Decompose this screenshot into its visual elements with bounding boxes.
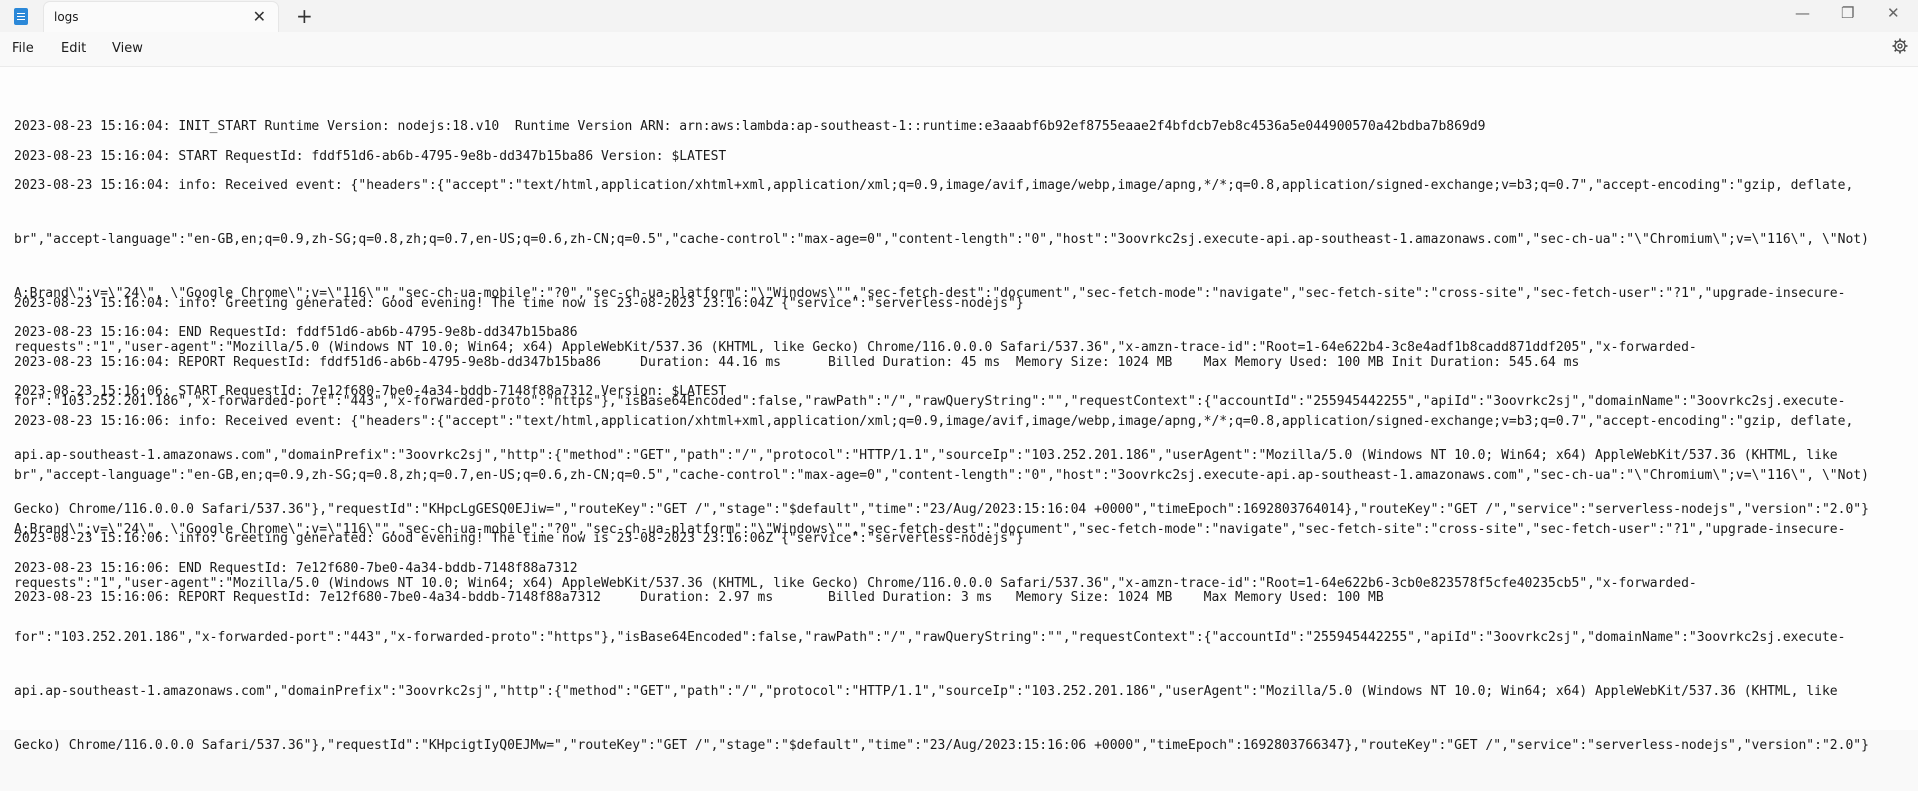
log-line: 2023-08-23 15:16:06: info: Received even… <box>14 414 1854 429</box>
notepad-icon <box>14 8 28 25</box>
maximize-icon[interactable]: ❐ <box>1841 4 1854 22</box>
menu-edit[interactable]: Edit <box>61 41 86 56</box>
log-line: 2023-08-23 15:16:04: info: Received even… <box>14 178 1854 193</box>
log-line: api.ap-southeast-1.amazonaws.com","domai… <box>14 684 1838 699</box>
log-line: Gecko) Chrome/116.0.0.0 Safari/537.36"},… <box>14 738 1869 753</box>
log-line: br","accept-language":"en-GB,en;q=0.9,zh… <box>14 468 1869 483</box>
close-tab-icon[interactable]: ✕ <box>253 7 266 26</box>
tab-title: logs <box>54 10 79 24</box>
log-report-2: 2023-08-23 15:16:06: REPORT RequestId: 7… <box>14 553 1909 643</box>
new-tab-icon[interactable]: + <box>296 4 313 28</box>
gear-icon[interactable] <box>1892 38 1908 54</box>
text-editor[interactable]: 2023-08-23 15:16:04: INIT_START Runtime … <box>0 66 1918 753</box>
menu-file[interactable]: File <box>12 41 34 56</box>
menu-view[interactable]: View <box>112 41 143 56</box>
title-bar: logs ✕ + — ❐ ✕ <box>0 0 1918 32</box>
menu-bar: File Edit View <box>0 32 1918 64</box>
tab-logs[interactable]: logs ✕ <box>44 2 278 32</box>
log-line: br","accept-language":"en-GB,en;q=0.9,zh… <box>14 232 1869 247</box>
minimize-icon[interactable]: — <box>1795 4 1810 22</box>
window-close-icon[interactable]: ✕ <box>1887 4 1900 22</box>
log-line: 2023-08-23 15:16:06: REPORT RequestId: 7… <box>14 590 1384 605</box>
